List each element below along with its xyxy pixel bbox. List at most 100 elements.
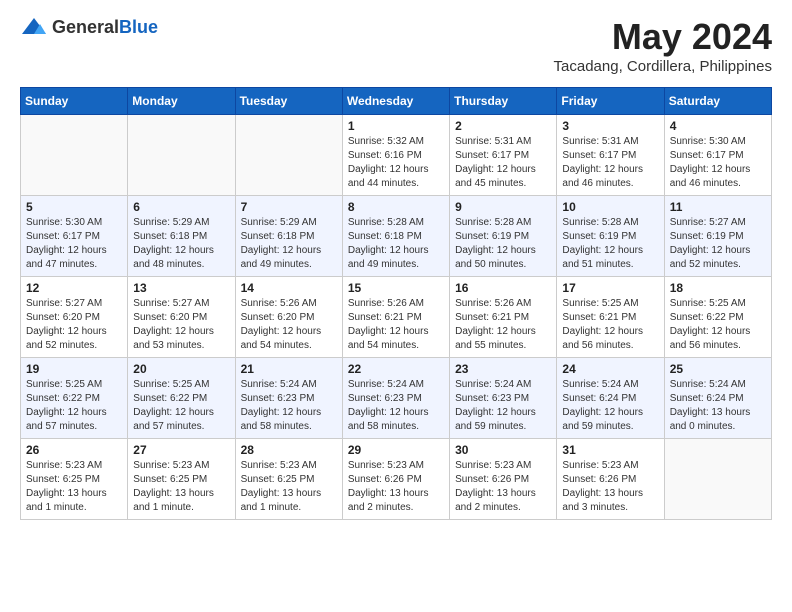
calendar-cell: 21 Sunrise: 5:24 AM Sunset: 6:23 PM Dayli… <box>235 358 342 439</box>
day-header-friday: Friday <box>557 88 664 115</box>
calendar-cell: 3 Sunrise: 5:31 AM Sunset: 6:17 PM Daylig… <box>557 115 664 196</box>
calendar-cell: 28 Sunrise: 5:23 AM Sunset: 6:25 PM Dayli… <box>235 439 342 520</box>
cell-content: Sunrise: 5:24 AM Sunset: 6:24 PM Dayligh… <box>562 378 658 434</box>
cell-content: Sunrise: 5:30 AM Sunset: 6:17 PM Dayligh… <box>670 135 766 191</box>
calendar-cell: 14 Sunrise: 5:26 AM Sunset: 6:20 PM Dayli… <box>235 277 342 358</box>
calendar-cell: 19 Sunrise: 5:25 AM Sunset: 6:22 PM Dayli… <box>21 358 128 439</box>
calendar-cell: 5 Sunrise: 5:30 AM Sunset: 6:17 PM Daylig… <box>21 196 128 277</box>
day-header-monday: Monday <box>128 88 235 115</box>
cell-content: Sunrise: 5:25 AM Sunset: 6:22 PM Dayligh… <box>26 378 122 434</box>
cell-content: Sunrise: 5:32 AM Sunset: 6:16 PM Dayligh… <box>348 135 444 191</box>
week-row-3: 12 Sunrise: 5:27 AM Sunset: 6:20 PM Dayli… <box>21 277 772 358</box>
day-number: 12 <box>26 281 122 295</box>
calendar-cell: 31 Sunrise: 5:23 AM Sunset: 6:26 PM Dayli… <box>557 439 664 520</box>
calendar-cell: 7Sunrise: 5:29 AM Sunset: 6:18 PM Daylig… <box>235 196 342 277</box>
cell-content: Sunrise: 5:23 AM Sunset: 6:25 PM Dayligh… <box>133 459 229 515</box>
cell-content: Sunrise: 5:26 AM Sunset: 6:21 PM Dayligh… <box>348 297 444 353</box>
cell-content: Sunrise: 5:25 AM Sunset: 6:22 PM Dayligh… <box>670 297 766 353</box>
day-number: 16 <box>455 281 551 295</box>
logo-blue-text: Blue <box>119 17 158 37</box>
calendar-cell: 1 Sunrise: 5:32 AM Sunset: 6:16 PM Daylig… <box>342 115 449 196</box>
calendar-cell: 11 Sunrise: 5:27 AM Sunset: 6:19 PM Dayli… <box>664 196 771 277</box>
week-row-5: 26 Sunrise: 5:23 AM Sunset: 6:25 PM Dayli… <box>21 439 772 520</box>
cell-content: Sunrise: 5:24 AM Sunset: 6:24 PM Dayligh… <box>670 378 766 434</box>
day-number: 27 <box>133 443 229 457</box>
subtitle: Tacadang, Cordillera, Philippines <box>554 58 772 75</box>
cell-content: Sunrise: 5:27 AM Sunset: 6:20 PM Dayligh… <box>26 297 122 353</box>
calendar-cell: 30Sunrise: 5:23 AM Sunset: 6:26 PM Dayli… <box>450 439 557 520</box>
day-header-saturday: Saturday <box>664 88 771 115</box>
calendar-cell <box>235 115 342 196</box>
cell-content: Sunrise: 5:29 AM Sunset: 6:18 PM Dayligh… <box>133 216 229 272</box>
day-number: 29 <box>348 443 444 457</box>
cell-content: Sunrise: 5:31 AM Sunset: 6:17 PM Dayligh… <box>455 135 551 191</box>
day-number: 8 <box>348 200 444 214</box>
cell-content: Sunrise: 5:25 AM Sunset: 6:22 PM Dayligh… <box>133 378 229 434</box>
calendar-cell: 29 Sunrise: 5:23 AM Sunset: 6:26 PM Dayli… <box>342 439 449 520</box>
cell-content: Sunrise: 5:31 AM Sunset: 6:17 PM Dayligh… <box>562 135 658 191</box>
day-number: 15 <box>348 281 444 295</box>
day-number: 11 <box>670 200 766 214</box>
cell-content: Sunrise: 5:30 AM Sunset: 6:17 PM Dayligh… <box>26 216 122 272</box>
day-number: 1 <box>348 119 444 133</box>
header-row: SundayMondayTuesdayWednesdayThursdayFrid… <box>21 88 772 115</box>
calendar-cell: 2Sunrise: 5:31 AM Sunset: 6:17 PM Daylig… <box>450 115 557 196</box>
day-number: 31 <box>562 443 658 457</box>
cell-content: Sunrise: 5:23 AM Sunset: 6:26 PM Dayligh… <box>348 459 444 515</box>
calendar-cell: 25 Sunrise: 5:24 AM Sunset: 6:24 PM Dayli… <box>664 358 771 439</box>
day-number: 5 <box>26 200 122 214</box>
calendar-cell: 10Sunrise: 5:28 AM Sunset: 6:19 PM Dayli… <box>557 196 664 277</box>
cell-content: Sunrise: 5:23 AM Sunset: 6:26 PM Dayligh… <box>455 459 551 515</box>
calendar-cell <box>664 439 771 520</box>
calendar-cell: 20Sunrise: 5:25 AM Sunset: 6:22 PM Dayli… <box>128 358 235 439</box>
calendar-cell: 12 Sunrise: 5:27 AM Sunset: 6:20 PM Dayli… <box>21 277 128 358</box>
day-number: 26 <box>26 443 122 457</box>
day-number: 6 <box>133 200 229 214</box>
calendar-cell: 23 Sunrise: 5:24 AM Sunset: 6:23 PM Dayli… <box>450 358 557 439</box>
cell-content: Sunrise: 5:24 AM Sunset: 6:23 PM Dayligh… <box>241 378 337 434</box>
cell-content: Sunrise: 5:24 AM Sunset: 6:23 PM Dayligh… <box>455 378 551 434</box>
calendar-cell <box>128 115 235 196</box>
day-number: 21 <box>241 362 337 376</box>
cell-content: Sunrise: 5:23 AM Sunset: 6:25 PM Dayligh… <box>241 459 337 515</box>
day-number: 4 <box>670 119 766 133</box>
week-row-4: 19 Sunrise: 5:25 AM Sunset: 6:22 PM Dayli… <box>21 358 772 439</box>
day-number: 17 <box>562 281 658 295</box>
cell-content: Sunrise: 5:26 AM Sunset: 6:21 PM Dayligh… <box>455 297 551 353</box>
day-number: 28 <box>241 443 337 457</box>
cell-content: Sunrise: 5:24 AM Sunset: 6:23 PM Dayligh… <box>348 378 444 434</box>
day-header-sunday: Sunday <box>21 88 128 115</box>
calendar-cell: 18Sunrise: 5:25 AM Sunset: 6:22 PM Dayli… <box>664 277 771 358</box>
cell-content: Sunrise: 5:27 AM Sunset: 6:20 PM Dayligh… <box>133 297 229 353</box>
cell-content: Sunrise: 5:28 AM Sunset: 6:19 PM Dayligh… <box>562 216 658 272</box>
cell-content: Sunrise: 5:28 AM Sunset: 6:18 PM Dayligh… <box>348 216 444 272</box>
day-number: 3 <box>562 119 658 133</box>
logo: GeneralBlue <box>20 16 158 38</box>
cell-content: Sunrise: 5:23 AM Sunset: 6:25 PM Dayligh… <box>26 459 122 515</box>
day-number: 9 <box>455 200 551 214</box>
calendar-cell: 4 Sunrise: 5:30 AM Sunset: 6:17 PM Daylig… <box>664 115 771 196</box>
day-number: 14 <box>241 281 337 295</box>
cell-content: Sunrise: 5:28 AM Sunset: 6:19 PM Dayligh… <box>455 216 551 272</box>
calendar-cell: 16 Sunrise: 5:26 AM Sunset: 6:21 PM Dayli… <box>450 277 557 358</box>
page-header: GeneralBlue May 2024 Tacadang, Cordiller… <box>20 16 772 75</box>
cell-content: Sunrise: 5:26 AM Sunset: 6:20 PM Dayligh… <box>241 297 337 353</box>
calendar-cell: 24 Sunrise: 5:24 AM Sunset: 6:24 PM Dayli… <box>557 358 664 439</box>
main-title: May 2024 <box>554 16 772 58</box>
day-number: 19 <box>26 362 122 376</box>
day-number: 23 <box>455 362 551 376</box>
cell-content: Sunrise: 5:23 AM Sunset: 6:26 PM Dayligh… <box>562 459 658 515</box>
day-number: 24 <box>562 362 658 376</box>
day-number: 25 <box>670 362 766 376</box>
calendar-cell: 6 Sunrise: 5:29 AM Sunset: 6:18 PM Daylig… <box>128 196 235 277</box>
cell-content: Sunrise: 5:27 AM Sunset: 6:19 PM Dayligh… <box>670 216 766 272</box>
day-header-wednesday: Wednesday <box>342 88 449 115</box>
calendar-table: SundayMondayTuesdayWednesdayThursdayFrid… <box>20 87 772 520</box>
calendar-cell: 26 Sunrise: 5:23 AM Sunset: 6:25 PM Dayli… <box>21 439 128 520</box>
week-row-1: 1 Sunrise: 5:32 AM Sunset: 6:16 PM Daylig… <box>21 115 772 196</box>
cell-content: Sunrise: 5:25 AM Sunset: 6:21 PM Dayligh… <box>562 297 658 353</box>
calendar-cell: 22Sunrise: 5:24 AM Sunset: 6:23 PM Dayli… <box>342 358 449 439</box>
calendar-cell <box>21 115 128 196</box>
calendar-cell: 9 Sunrise: 5:28 AM Sunset: 6:19 PM Daylig… <box>450 196 557 277</box>
calendar-cell: 17 Sunrise: 5:25 AM Sunset: 6:21 PM Dayli… <box>557 277 664 358</box>
